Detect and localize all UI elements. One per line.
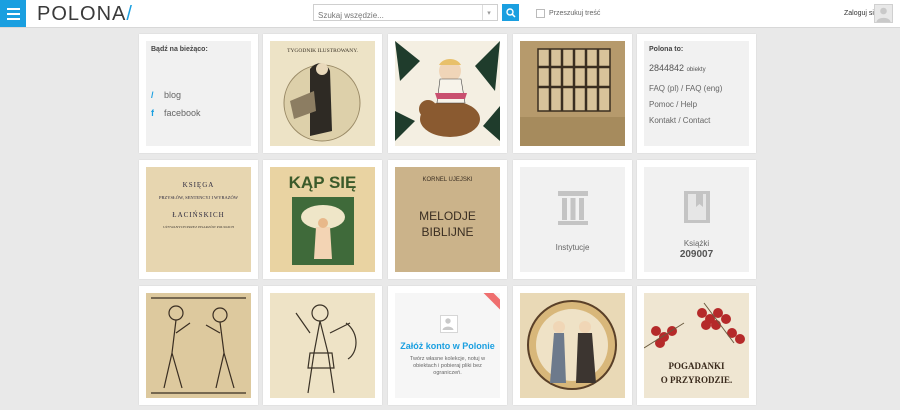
create-account-text: Twórz własne kolekcje, notuj w obiektach… <box>409 356 486 376</box>
blog-link[interactable]: / blog <box>151 90 181 100</box>
item-tygodnik-ilustrowany[interactable]: TYGODNIK ILUSTROWANY. <box>263 34 382 153</box>
user-icon <box>440 315 458 333</box>
cover-line: UŻYWANYCH PRZEZ PISARZÓW POLSKICH <box>163 225 234 229</box>
create-account-title[interactable]: Załóż konto w Polonie <box>395 341 500 351</box>
login-link[interactable]: Zaloguj się <box>844 10 878 17</box>
institutions-label: Instytucje <box>555 243 590 252</box>
cover-illustration <box>270 293 375 398</box>
objects-label: obiekty <box>686 67 706 73</box>
item-woodcut-figures[interactable] <box>139 286 258 405</box>
hamburger-menu-button[interactable] <box>0 0 26 27</box>
blog-label: blog <box>164 90 182 100</box>
cover-line: KSIĘGA <box>182 181 215 189</box>
fulltext-label: Przeszukuj treść <box>549 10 601 17</box>
help-link[interactable]: Pomoc / Help <box>649 100 697 109</box>
user-icon <box>876 7 891 22</box>
menu-bar-icon <box>6 17 20 20</box>
logo-slash: / <box>126 3 133 25</box>
polona-logo[interactable]: POLONA/ <box>37 3 133 26</box>
cover-line: PRZYSŁÓW, SENTENCYJ I WYRAZÓW <box>158 195 238 200</box>
stay-updated-title: Bądź na bieżąco: <box>151 46 208 53</box>
cover-title-line2: O PRZYRODZIE. <box>660 375 733 385</box>
search-input[interactable] <box>314 8 478 23</box>
item-kap-sie[interactable]: KĄP SIĘ <box>263 160 382 279</box>
category-books-tile[interactable]: Książki 209007 <box>637 160 756 279</box>
promo-ribbon <box>479 293 500 332</box>
objects-count: 2844842 <box>649 63 685 73</box>
user-avatar[interactable] <box>874 4 893 23</box>
top-bar: POLONA/ ▾ Przeszukuj treść Zaloguj się <box>0 0 900 28</box>
item-warrior-engraving[interactable] <box>263 286 382 405</box>
cover-title-line1: POGADANKI <box>668 361 725 371</box>
item-window-bars[interactable] <box>513 34 632 153</box>
menu-bar-icon <box>6 7 20 10</box>
institution-icon <box>558 191 588 225</box>
cover-illustration <box>146 293 251 398</box>
books-count: 209007 <box>679 249 714 260</box>
cover-illustration <box>520 41 625 146</box>
facebook-link[interactable]: f facebook <box>151 108 201 118</box>
item-couple-illustration[interactable] <box>513 286 632 405</box>
search-button[interactable] <box>502 4 519 21</box>
slash-icon: / <box>151 90 154 100</box>
search-scope-dropdown[interactable]: ▾ <box>482 5 495 20</box>
cover-title-line2: BIBLIJNE <box>421 225 474 239</box>
polona-info-title: Polona to: <box>649 46 684 53</box>
item-bear-illustration[interactable] <box>388 34 507 153</box>
facebook-icon: f <box>151 108 154 118</box>
item-melodje-biblijne[interactable]: KORNEL UJEJSKI MELODJE BIBLIJNE <box>388 160 507 279</box>
menu-bar-icon <box>6 12 20 15</box>
cover-illustration <box>292 197 354 265</box>
faq-link[interactable]: FAQ (pl) / FAQ (eng) <box>649 84 722 93</box>
cover-illustration <box>270 41 375 146</box>
fulltext-checkbox[interactable] <box>536 9 545 18</box>
category-institutions-tile[interactable]: Instytucje <box>513 160 632 279</box>
fulltext-search-toggle[interactable]: Przeszukuj treść <box>536 9 600 18</box>
polona-info-tile: Polona to: 2844842 obiekty FAQ (pl) / FA… <box>637 34 756 153</box>
book-icon <box>684 191 710 223</box>
cover-line: ŁACIŃSKICH <box>172 211 225 219</box>
cover-author: KORNEL UJEJSKI <box>422 177 473 183</box>
cover-title-line1: MELODJE <box>419 209 476 223</box>
cover-illustration <box>520 293 625 398</box>
cover-illustration <box>395 41 500 146</box>
stay-updated-tile: Bądź na bieżąco: / blog f facebook <box>139 34 258 153</box>
create-account-promo-tile[interactable]: Załóż konto w Polonie Twórz własne kolek… <box>388 286 507 405</box>
cover-title-tygodnik: TYGODNIK ILUSTROWANY. <box>287 48 358 54</box>
search-box: ▾ <box>313 4 498 23</box>
chevron-down-icon: ▾ <box>487 9 491 17</box>
facebook-label: facebook <box>164 108 201 118</box>
logo-text: POLONA <box>37 3 127 25</box>
objects-stat: 2844842 obiekty <box>649 63 706 73</box>
item-pogadanki-o-przyrodzie[interactable]: POGADANKI O PRZYRODZIE. <box>637 286 756 405</box>
contact-link[interactable]: Kontakt / Contact <box>649 116 710 125</box>
user-silhouette-icon <box>442 318 454 330</box>
books-label: Książki <box>683 239 710 248</box>
item-ksiega-przyslow[interactable]: KSIĘGA PRZYSŁÓW, SENTENCYJ I WYRAZÓW ŁAC… <box>139 160 258 279</box>
search-icon <box>505 7 516 18</box>
